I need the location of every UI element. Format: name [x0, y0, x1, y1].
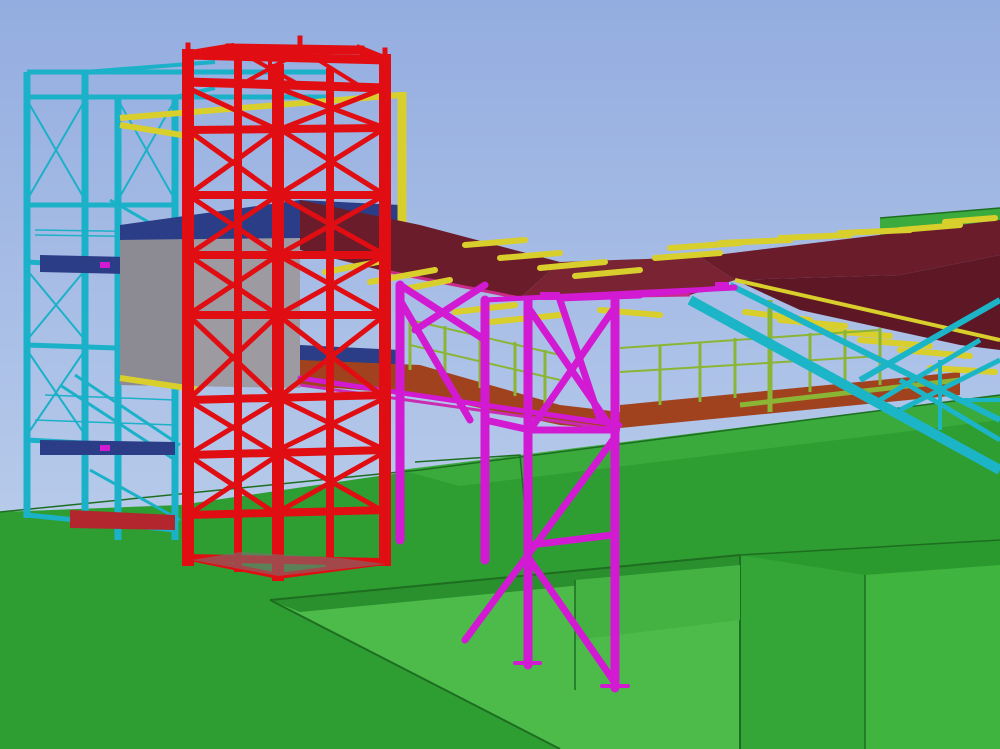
steel-structure-scene: [0, 0, 1000, 749]
model-viewport[interactable]: [0, 0, 1000, 749]
